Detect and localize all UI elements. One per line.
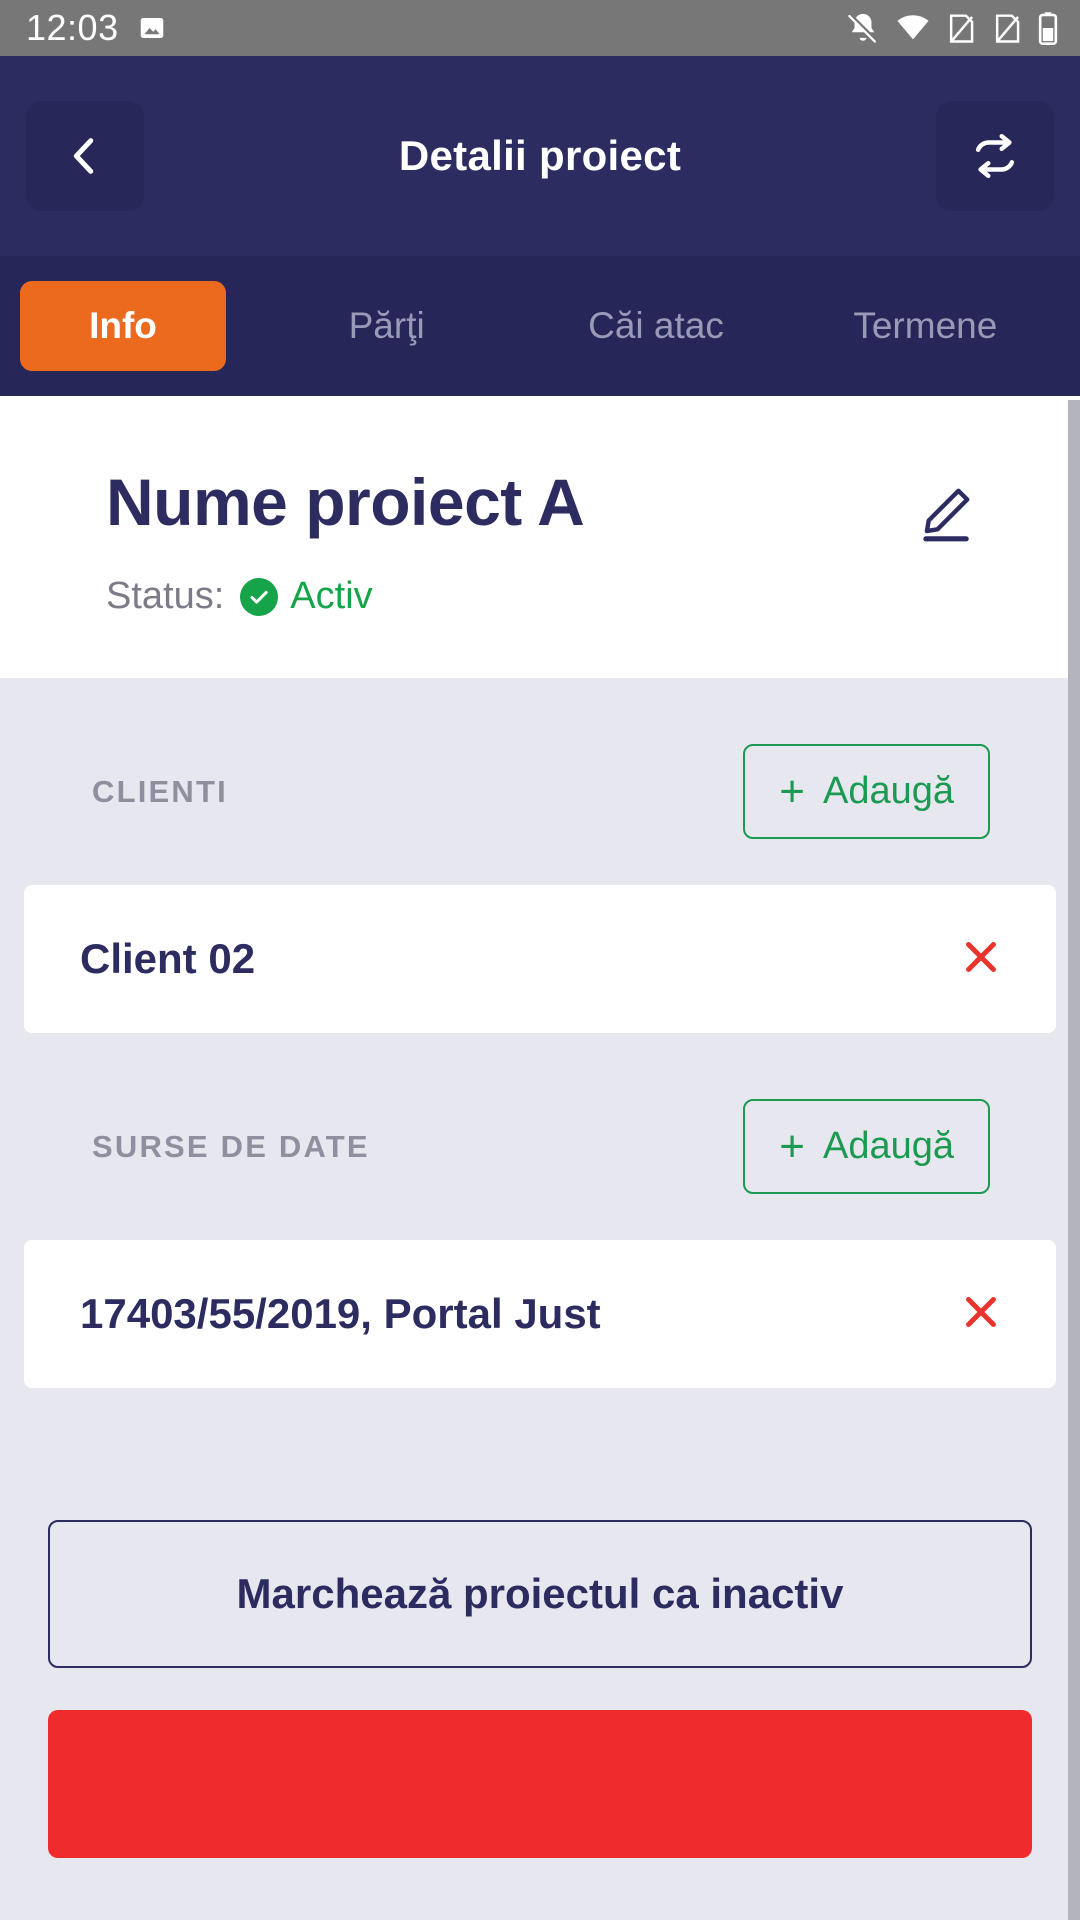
chevron-left-icon [73, 138, 94, 174]
remove-data-source-button[interactable] [958, 1289, 1004, 1340]
status-bar-time: 12:03 [26, 7, 119, 48]
tab-parti[interactable]: Părţi [252, 305, 521, 347]
sim-2-icon [995, 14, 1020, 43]
tab-termene[interactable]: Termene [791, 305, 1060, 347]
project-name: Nume proiect A [106, 465, 585, 539]
client-name: Client 02 [80, 935, 256, 982]
status-bar-left-icons [137, 13, 167, 43]
content-body: CLIENTI + Adaugă Client 02 SURSE DE DATE… [0, 678, 1080, 1898]
section-header-clienti: CLIENTI + Adaugă [0, 678, 1080, 839]
section-header-surse-de-date: SURSE DE DATE + Adaugă [0, 1033, 1080, 1194]
sim-1-icon [949, 14, 974, 43]
page-title: Detalii proiect [398, 132, 682, 179]
pencil-icon [923, 488, 970, 542]
add-data-source-label: Adaugă [822, 1125, 954, 1167]
status-bar-right-icons [846, 11, 1058, 45]
close-x-icon [966, 1296, 996, 1327]
section-title-clienti: CLIENTI [92, 773, 228, 809]
delete-project-button[interactable] [48, 1710, 1032, 1858]
add-client-button[interactable]: + Adaugă [743, 744, 990, 839]
project-header-card: Nume proiect A Status: Activ [0, 396, 1080, 678]
image-icon [140, 18, 163, 38]
close-x-icon [966, 941, 996, 972]
project-status-value: Activ [290, 575, 373, 617]
list-item-client[interactable]: Client 02 [24, 885, 1056, 1033]
sync-icon [975, 133, 1015, 179]
add-client-label: Adaugă [822, 770, 954, 812]
edit-project-button[interactable] [914, 468, 976, 549]
project-status-label: Status: [106, 575, 225, 617]
wifi-icon [897, 15, 929, 40]
check-glyph-icon [250, 590, 268, 604]
notifications-off-icon [848, 13, 878, 43]
app-bar: Detalii proiect [0, 56, 1080, 256]
remove-client-button[interactable] [958, 934, 1004, 985]
tab-bar: Info Părţi Căi atac Termene [0, 256, 1080, 396]
list-item-data-source[interactable]: 17403/55/2019, Portal Just [24, 1240, 1056, 1388]
tab-info[interactable]: Info [20, 281, 226, 371]
mark-project-inactive-button[interactable]: Marchează proiectul ca inactiv [48, 1520, 1032, 1668]
project-name-row: Nume proiect A [0, 465, 1080, 549]
data-source-name: 17403/55/2019, Portal Just [80, 1290, 601, 1337]
project-status-row: Status: Activ [0, 549, 1080, 618]
app-screen: 12:03 Detalii proiect Info Părţi Căi ata… [0, 0, 1080, 1920]
plus-icon: + [779, 1121, 805, 1171]
add-data-source-button[interactable]: + Adaugă [743, 1099, 990, 1194]
check-circle-icon [240, 577, 279, 616]
tab-cai-atac[interactable]: Căi atac [521, 305, 790, 347]
sync-button[interactable] [936, 101, 1054, 211]
status-bar: 12:03 [0, 0, 1080, 56]
plus-icon: + [779, 766, 805, 816]
back-button[interactable] [26, 101, 144, 211]
battery-icon [1038, 12, 1058, 45]
vertical-scrollbar[interactable] [1068, 400, 1080, 1920]
section-title-surse-de-date: SURSE DE DATE [92, 1128, 370, 1164]
